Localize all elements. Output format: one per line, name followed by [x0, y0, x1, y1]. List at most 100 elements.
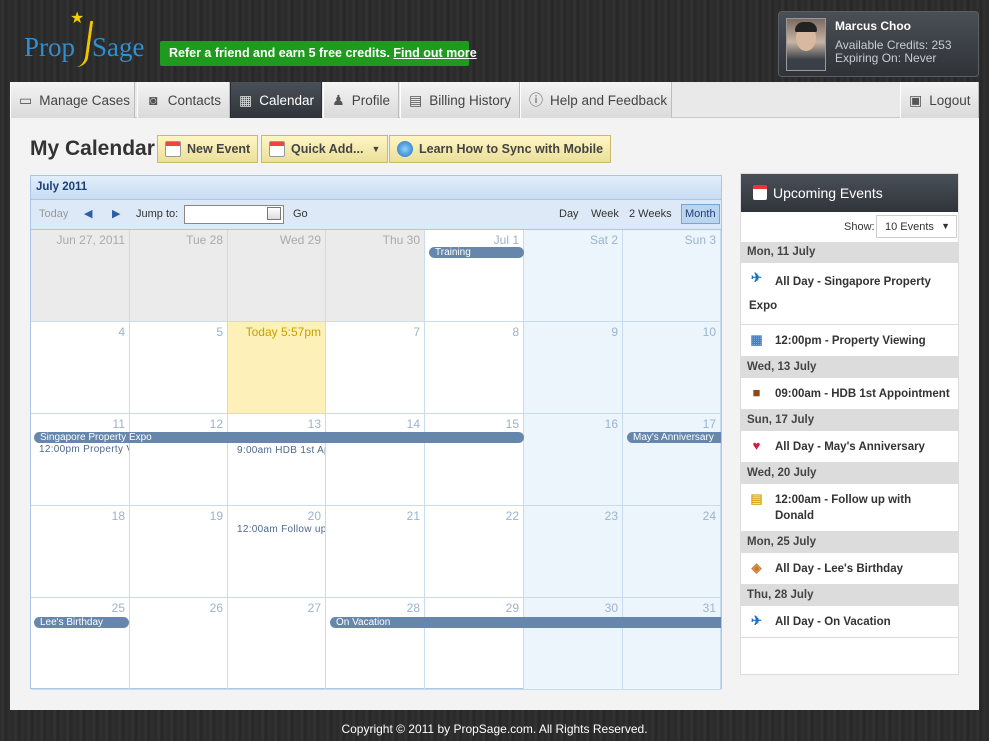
- upcoming-event-item[interactable]: ♥ All Day - May's Anniversary: [741, 431, 958, 463]
- day-number: 22: [505, 509, 519, 523]
- calendar-day-cell[interactable]: 30: [524, 598, 623, 690]
- day-number: 28: [406, 601, 420, 615]
- events-count-select[interactable]: 10 Events ▼: [876, 215, 957, 238]
- view-day[interactable]: Day: [559, 208, 579, 220]
- logout-label: Logout: [929, 92, 971, 108]
- calendar-day-cell[interactable]: Thu 30: [326, 230, 425, 322]
- calendar-day-cell[interactable]: 17: [623, 414, 721, 506]
- events-count-value: 10 Events: [885, 221, 934, 233]
- event-property-viewing[interactable]: 12:00pm Property Viewing: [39, 444, 129, 455]
- tab-label: Billing History: [429, 92, 512, 108]
- calendar-day-cell[interactable]: Sun 3: [623, 230, 721, 322]
- calendar-day-cell[interactable]: Sat 2: [524, 230, 623, 322]
- event-hdb-appointment[interactable]: 9:00am HDB 1st Appointment: [237, 445, 325, 456]
- monitor-icon: ▭: [19, 92, 33, 108]
- calendar-day-cell[interactable]: 24: [623, 506, 721, 598]
- sync-mobile-button[interactable]: Learn How to Sync with Mobile: [389, 135, 612, 163]
- next-month-icon[interactable]: ▶: [112, 207, 120, 220]
- tab-help-feedback[interactable]: ⓘ Help and Feedback: [520, 82, 672, 118]
- upcoming-event-text: All Day - Singapore Property Expo: [749, 276, 931, 312]
- today-button[interactable]: Today: [39, 208, 68, 220]
- day-number: 19: [209, 509, 223, 523]
- calendar-day-cell[interactable]: 27: [228, 598, 326, 690]
- tab-label: Profile: [351, 92, 390, 108]
- tab-label: Manage Cases: [39, 92, 131, 108]
- calendar-day-cell[interactable]: 20: [228, 506, 326, 598]
- calendar-day-cell[interactable]: 8: [425, 322, 524, 414]
- event-mays-anniversary[interactable]: May's Anniversary: [627, 432, 721, 443]
- page-title: My Calendar: [30, 137, 155, 160]
- new-event-button[interactable]: New Event: [157, 135, 259, 163]
- day-number: 16: [604, 417, 618, 431]
- upcoming-event-item[interactable]: ▦ 12:00pm - Property Viewing: [741, 325, 958, 357]
- calendar-day-cell[interactable]: Tue 28: [130, 230, 228, 322]
- credits-expiry: Expiring On: Never: [835, 51, 937, 65]
- upcoming-event-item[interactable]: ✈ All Day - On Vacation: [741, 606, 958, 638]
- calendar-day-cell[interactable]: 14: [326, 414, 425, 506]
- calendar-day-cell[interactable]: Jul 1: [425, 230, 524, 322]
- find-out-more-link[interactable]: Find out more: [393, 46, 476, 60]
- calendar-day-cell[interactable]: 29: [425, 598, 524, 690]
- quick-add-button[interactable]: Quick Add... ▼: [261, 135, 389, 163]
- logout-button[interactable]: ▣ Logout: [900, 82, 979, 118]
- view-week[interactable]: Week: [591, 208, 619, 220]
- event-follow-up-donald[interactable]: 12:00am Follow up with Donald: [237, 524, 325, 535]
- calendar-day-cell[interactable]: 31: [623, 598, 721, 690]
- calendar-day-cell[interactable]: 22: [425, 506, 524, 598]
- upcoming-event-item[interactable]: ◈ All Day - Lee's Birthday: [741, 553, 958, 585]
- day-number: Thu 30: [382, 233, 420, 247]
- event-singapore-property-expo[interactable]: Singapore Property Expo: [34, 432, 524, 443]
- upcoming-event-text: All Day - Lee's Birthday: [775, 563, 903, 575]
- calendar-day-cell[interactable]: 28: [326, 598, 425, 690]
- tab-manage-cases[interactable]: ▭ Manage Cases: [10, 82, 135, 118]
- propsage-logo[interactable]: ★ Prop Sage: [22, 10, 152, 69]
- go-button[interactable]: Go: [293, 208, 308, 220]
- calendar-day-cell[interactable]: 18: [31, 506, 130, 598]
- upcoming-event-item[interactable]: ▤ 12:00am - Follow up with Donald: [741, 484, 958, 532]
- prev-month-icon[interactable]: ◀: [84, 207, 92, 220]
- calendar-day-cell[interactable]: 5: [130, 322, 228, 414]
- tab-calendar[interactable]: ▦ Calendar: [230, 82, 322, 118]
- sync-icon: [397, 141, 413, 157]
- view-2-weeks[interactable]: 2 Weeks: [629, 208, 672, 220]
- day-number: 14: [406, 417, 420, 431]
- calendar-month-header: July 2011: [31, 176, 721, 200]
- event-on-vacation[interactable]: On Vacation: [330, 617, 721, 628]
- view-month[interactable]: Month: [681, 204, 720, 224]
- calendar-day-cell[interactable]: 13: [228, 414, 326, 506]
- calendar-day-cell[interactable]: 4: [31, 322, 130, 414]
- upcoming-event-item[interactable]: ✈ All Day - Singapore Property Expo: [741, 263, 958, 325]
- calendar-day-cell[interactable]: Jun 27, 2011: [31, 230, 130, 322]
- calendar-day-cell[interactable]: 15: [425, 414, 524, 506]
- tab-profile[interactable]: ♟ Profile: [323, 82, 399, 118]
- calendar-day-cell[interactable]: 11: [31, 414, 130, 506]
- upcoming-event-text: 12:00pm - Property Viewing: [775, 335, 926, 347]
- upcoming-event-item[interactable]: ■ 09:00am - HDB 1st Appointment: [741, 378, 958, 410]
- logo-text-prop: Prop: [24, 32, 76, 62]
- event-lees-birthday[interactable]: Lee's Birthday: [34, 617, 129, 628]
- tab-contacts[interactable]: ◙ Contacts: [137, 82, 230, 118]
- calendar-day-cell[interactable]: 26: [130, 598, 228, 690]
- calendar-day-cell[interactable]: 23: [524, 506, 623, 598]
- note-icon: ▤: [750, 491, 763, 506]
- calendar-day-cell[interactable]: 12: [130, 414, 228, 506]
- calendar-day-cell[interactable]: 21: [326, 506, 425, 598]
- event-training[interactable]: Training: [429, 247, 524, 258]
- briefcase-icon: ■: [752, 385, 761, 400]
- calendar-day-cell[interactable]: 16: [524, 414, 623, 506]
- calendar-day-cell[interactable]: 19: [130, 506, 228, 598]
- calendar-day-cell[interactable]: 9: [524, 322, 623, 414]
- calendar-day-cell[interactable]: 7: [326, 322, 425, 414]
- day-number: Sun 3: [684, 233, 716, 247]
- day-number: 23: [604, 509, 618, 523]
- calendar-day-cell[interactable]: 10: [623, 322, 721, 414]
- star-icon: ★: [70, 10, 85, 27]
- day-number: 18: [111, 509, 125, 523]
- calendar-day-cell[interactable]: 25: [31, 598, 130, 690]
- day-number: 20: [307, 509, 321, 523]
- date-picker-icon[interactable]: [267, 207, 281, 220]
- tab-billing-history[interactable]: ▤ Billing History: [400, 82, 520, 118]
- calendar-day-cell[interactable]: Today 5:57pm: [228, 322, 326, 414]
- calendar-day-cell[interactable]: Wed 29: [228, 230, 326, 322]
- heart-icon: ♥: [752, 438, 761, 453]
